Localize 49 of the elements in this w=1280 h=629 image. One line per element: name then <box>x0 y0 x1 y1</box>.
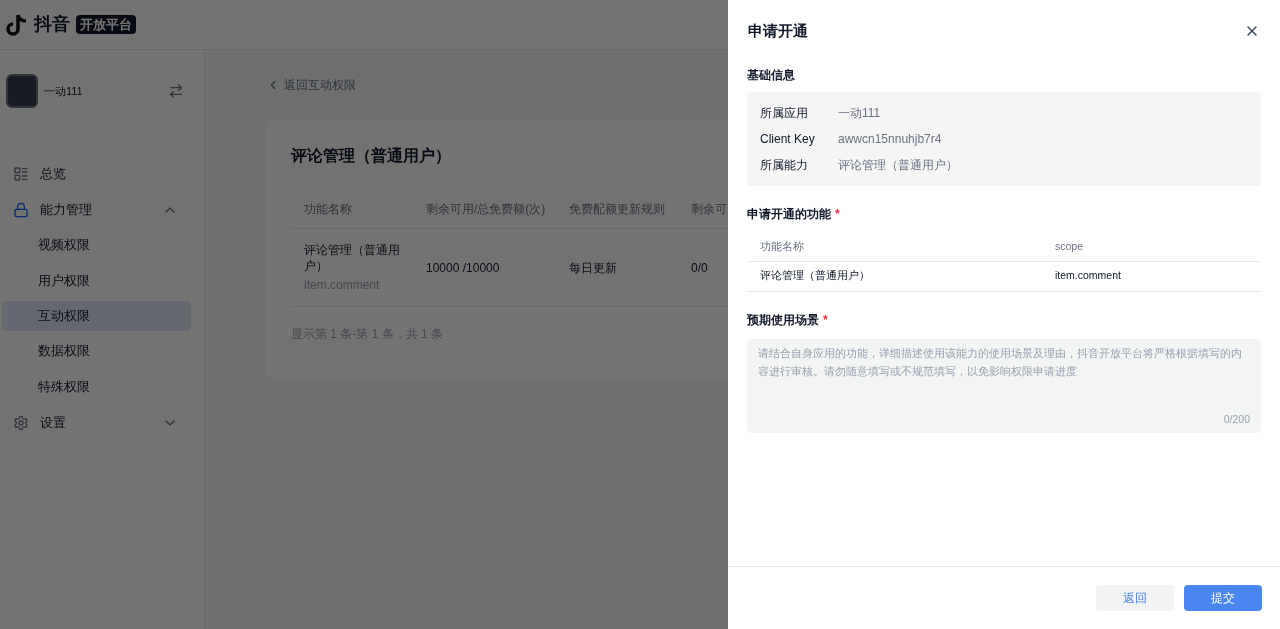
card-title: 评论管理（普通用户） <box>291 146 451 166</box>
lock-icon <box>13 202 29 218</box>
logo-badge: 开放平台 <box>76 14 136 35</box>
sidebar-item-label: 能力管理 <box>40 201 93 220</box>
table-cell-text: 每日更新 <box>568 259 618 277</box>
sidebar-item-label: 总览 <box>40 165 67 184</box>
info-value: 一动111 <box>838 105 881 122</box>
required-mark: * <box>835 206 840 223</box>
sidebar-subitem[interactable]: 数据权限 <box>2 336 191 367</box>
column-header: 免费配额更新规则 <box>568 201 666 218</box>
overview-icon <box>13 166 29 182</box>
logo-text: 抖音 <box>34 13 70 36</box>
table-cell-text: 10000 /10000 <box>425 259 501 277</box>
switch-icon[interactable] <box>168 83 184 99</box>
section-heading: 预期使用场景 <box>747 311 819 329</box>
drawer-title: 申请开通 <box>748 20 808 41</box>
char-counter: 0/200 <box>1223 412 1250 427</box>
column-header: 剩余可用/总免费额(次) <box>425 201 547 218</box>
sidebar-subitem[interactable]: 特殊权限 <box>2 372 191 403</box>
music-note-logo-icon <box>6 12 28 37</box>
settings-icon <box>13 414 29 431</box>
info-label: 所属应用 <box>760 105 809 122</box>
app-name: 一动111 <box>44 83 84 99</box>
sidebar-item-label: 设置 <box>40 414 67 433</box>
column-header: 剩余可 <box>690 201 728 218</box>
table-cell-text: item.comment <box>1054 268 1122 284</box>
sidebar-subitem[interactable]: 视频权限 <box>2 230 191 261</box>
app-avatar <box>6 74 38 108</box>
required-mark: * <box>823 311 828 329</box>
info-label: Client Key <box>760 131 816 148</box>
info-label: 所属能力 <box>760 157 809 174</box>
sidebar-item[interactable]: 设置 <box>2 404 202 441</box>
info-value: 评论管理（普通用户） <box>838 157 958 174</box>
table-cell-text: 评论管理（普通用户） <box>304 241 401 274</box>
back-button[interactable]: 返回 <box>1096 585 1174 611</box>
column-header: 功能名称 <box>759 239 805 254</box>
sidebar-item[interactable]: 总览 <box>2 156 202 192</box>
sidebar-item[interactable]: 能力管理 <box>2 192 202 228</box>
column-header: scope <box>1054 239 1085 254</box>
table-cell-text: 评论管理（普通用户） <box>759 268 871 284</box>
section-heading: 基础信息 <box>747 67 796 84</box>
info-value: awwcn15nnuhjb7r4 <box>838 131 942 148</box>
section-heading: 申请开通的功能 <box>747 206 831 223</box>
sidebar-subitem[interactable]: 互动权限 <box>2 301 191 332</box>
back-link[interactable]: 返回互动权限 <box>284 76 356 94</box>
table-cell-text: 0/0 <box>690 259 709 277</box>
sidebar-subitem[interactable]: 用户权限 <box>2 266 191 297</box>
submit-button[interactable]: 提交 <box>1184 585 1262 611</box>
column-header: 功能名称 <box>303 201 353 218</box>
